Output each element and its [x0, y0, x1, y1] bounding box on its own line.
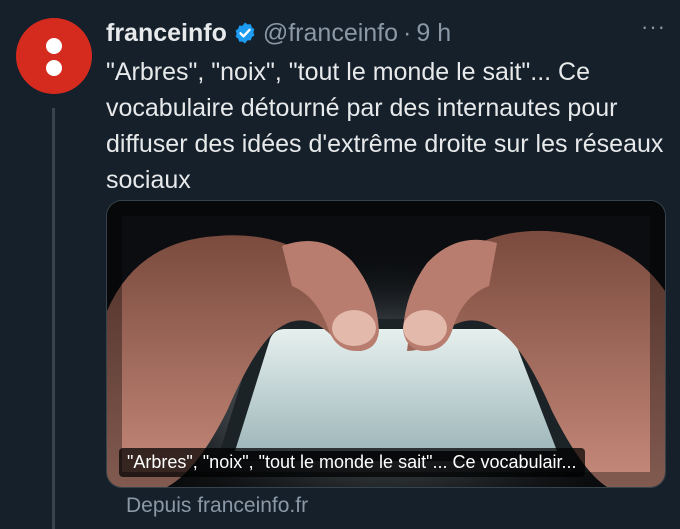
- more-options-icon[interactable]: ···: [641, 14, 666, 40]
- avatar[interactable]: [16, 18, 92, 94]
- logo-dot-top: [46, 38, 62, 54]
- card-source[interactable]: Depuis franceinfo.fr: [126, 494, 308, 518]
- author-name[interactable]: franceinfo: [106, 19, 227, 48]
- logo-dot-bottom: [46, 60, 62, 76]
- header-separator: ·: [403, 18, 412, 47]
- link-card[interactable]: "Arbres", "noix", "tout le monde le sait…: [106, 200, 666, 488]
- tweet-text: "Arbres", "noix", "tout le monde le sait…: [106, 58, 664, 194]
- card-image: [107, 201, 665, 487]
- card-title: "Arbres", "noix", "tout le monde le sait…: [119, 448, 585, 477]
- author-handle[interactable]: @franceinfo: [263, 19, 398, 48]
- verified-badge-icon: [235, 22, 255, 44]
- tweet-header: franceinfo @franceinfo · 9 h: [106, 16, 664, 50]
- timestamp[interactable]: 9 h: [416, 19, 451, 48]
- thread-line: [52, 108, 55, 529]
